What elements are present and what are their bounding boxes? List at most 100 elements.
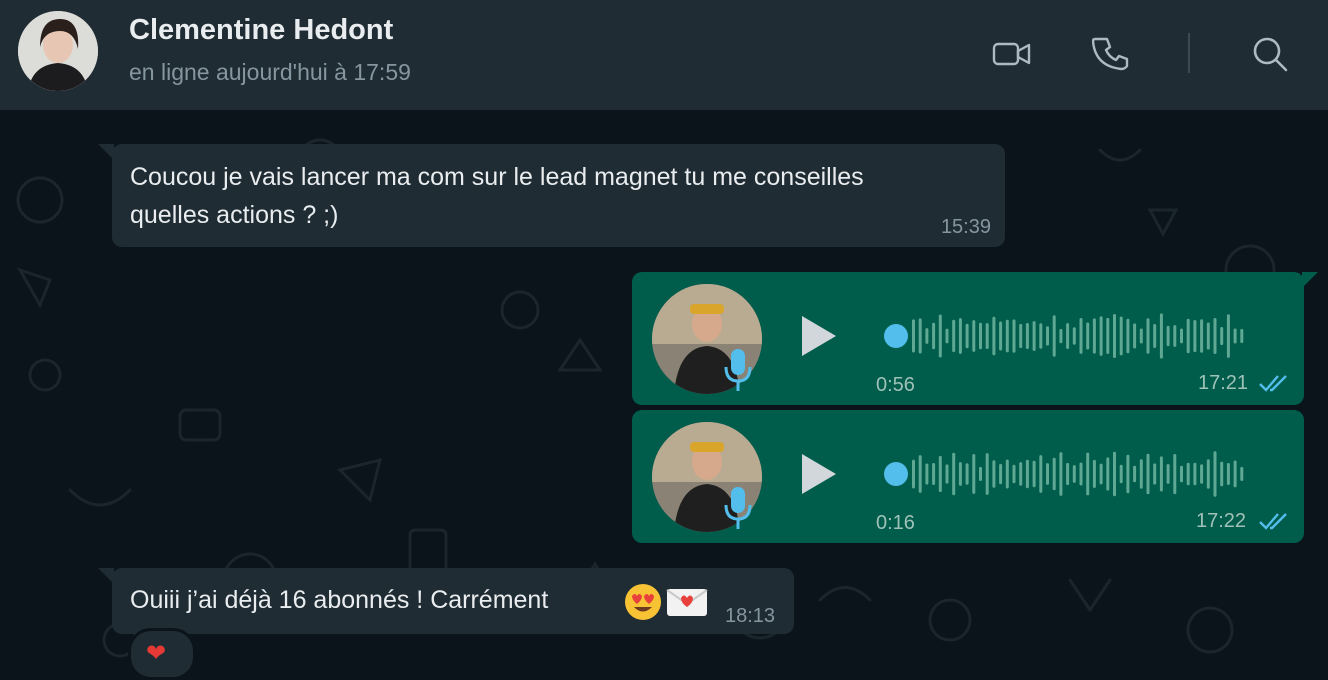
waveform-bar [1119,316,1123,356]
waveform-bar [1166,464,1170,484]
voice-call-icon[interactable] [1092,34,1132,74]
message-reaction[interactable]: ❤ [128,628,196,680]
waveform-bar [1106,457,1110,491]
search-icon[interactable] [1250,34,1290,74]
heart-eyes-emoji-icon [625,584,661,620]
waveform-bar [952,319,956,353]
waveform-bar [1226,314,1230,358]
waveform-bar [1012,319,1016,353]
waveform-bar [1173,325,1177,347]
waveform-bar [932,322,936,350]
waveform-bar [925,328,929,344]
waveform-bar [992,316,996,356]
waveform-bar [1066,462,1070,486]
waveform-bar [1072,465,1076,483]
waveform-bar [1139,328,1143,344]
waveform-bar [1113,451,1116,497]
contact-avatar[interactable] [18,11,98,91]
avatar-photo [18,11,98,91]
waveform-bar [938,455,942,493]
waveform-bar [1092,459,1096,488]
voice-message-outgoing-1[interactable]: 0:56 17:21 [632,272,1318,405]
waveform-bar [1133,323,1137,349]
waveform-bar [1240,328,1244,344]
waveform-bar [1213,318,1217,354]
play-icon[interactable] [798,314,838,358]
video-call-icon[interactable] [992,34,1032,74]
waveform-bar [1226,463,1230,485]
waveform-bar [1052,457,1056,491]
waveform-bar [1099,463,1103,485]
playback-scrubber-handle[interactable] [884,324,908,348]
message-text-line-2: quelles actions ? ;) [130,201,339,229]
waveform-bar [918,318,922,354]
voice-waveform[interactable] [882,448,1262,500]
waveform-bar [1233,460,1237,488]
waveform-bar [1186,462,1190,486]
waveform-bar [912,319,915,353]
waveform-bar [1086,322,1090,350]
read-receipt-icon [1259,513,1287,530]
waveform-bar [965,323,969,349]
message-text-line-1: Coucou je vais lancer ma com sur le lead… [130,163,864,191]
play-icon[interactable] [798,452,838,496]
waveform-bar [1012,464,1016,484]
waveform-bar [999,321,1003,351]
waveform-bar [1079,462,1083,486]
waveform-bar [1200,319,1204,353]
waveform-bar [1059,452,1063,496]
waveform-bar [979,322,982,350]
waveform-bar [1046,463,1049,485]
message-time: 15:39 [940,216,991,238]
love-letter-emoji-icon [666,589,708,616]
waveform-bar [1159,456,1163,492]
waveform-bar [1220,327,1224,346]
waveform-bar [912,459,915,489]
waveform-bar [1159,313,1163,359]
waveform-bar [972,320,976,352]
message-incoming-2[interactable]: Ouiii j’ai déjà 16 abonnés ! Carrément 1… [98,568,794,634]
waveform-bar [1005,319,1009,353]
waveform-bar [958,462,962,486]
message-time: 18:13 [725,605,776,627]
waveform-bar [1019,323,1023,349]
waveform-bar [1146,453,1150,495]
voice-waveform[interactable] [882,310,1262,362]
waveform-bar [1119,464,1123,484]
waveform-bar [925,463,929,485]
waveform-bar [1173,454,1177,495]
waveform-bar [1206,459,1210,489]
waveform-bar [918,455,922,493]
waveform-bar [1032,460,1036,488]
waveform-bar [1200,464,1204,484]
waveform-bar [1206,322,1210,350]
waveform-bar [952,452,956,496]
voice-duration: 0:56 [876,374,915,396]
waveform-bar [1025,323,1029,349]
microphone-icon [724,349,752,391]
waveform-bar [1066,323,1070,349]
waveform-bar [1086,452,1090,496]
waveform-bar [992,460,996,488]
contact-status: en ligne aujourd'hui à 17:59 [129,59,411,85]
waveform-bar [1133,465,1137,483]
waveform-bar [1052,315,1056,357]
waveform-bar [1233,328,1237,344]
waveform-bar [1039,323,1043,349]
waveform-bar [938,314,942,358]
waveform-bar [1139,459,1143,489]
voice-message-outgoing-2[interactable]: 0:16 17:22 [632,410,1304,543]
waveform-bar [1113,314,1116,358]
waveform-bar [1126,454,1130,494]
playback-scrubber-handle[interactable] [884,462,908,486]
waveform-bar [1126,318,1130,354]
waveform-bar [1046,326,1049,346]
bubble-tail [1302,272,1318,288]
contact-name[interactable]: Clementine Hedont [129,14,393,47]
waveform-bar [985,323,989,349]
waveform-bar [1025,459,1029,489]
message-incoming-1[interactable]: Coucou je vais lancer ma com sur le lead… [98,144,1005,247]
waveform-bar [1106,317,1110,354]
waveform-bar [932,463,936,485]
waveform-bar [1072,327,1076,345]
